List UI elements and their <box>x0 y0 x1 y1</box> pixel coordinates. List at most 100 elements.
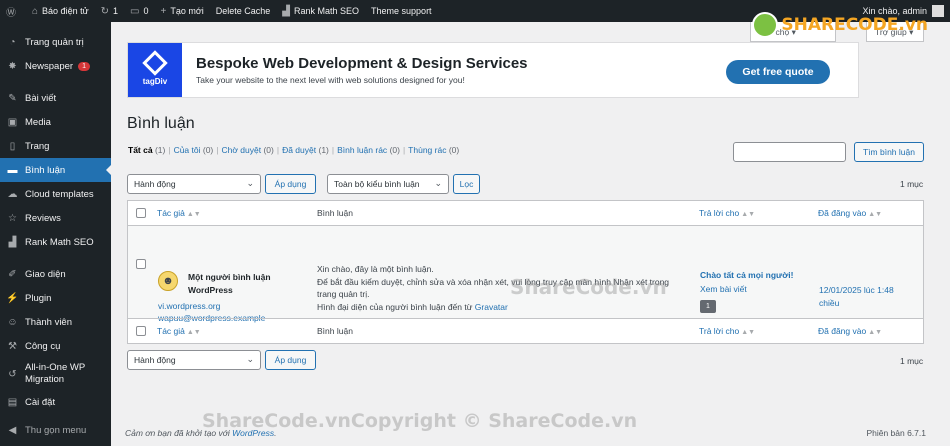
column-author-footer[interactable]: Tác giả ▲▼ <box>157 326 201 336</box>
banner-title: Bespoke Web Development & Design Service… <box>196 55 528 72</box>
column-comment-footer: Bình luận <box>317 326 353 336</box>
wordpress-logo-menu[interactable]: Ⓦ <box>0 0 26 22</box>
sidebar-item-appearance[interactable]: ✐ Giao diện <box>0 262 111 286</box>
get-free-quote-button[interactable]: Get free quote <box>726 60 830 84</box>
item-count: 1 mục <box>900 179 924 189</box>
settings-icon: ▤ <box>7 396 18 408</box>
comment-bubble-icon: ▭ <box>130 5 140 17</box>
filter-pending[interactable]: Chờ duyệt <box>221 145 261 155</box>
sidebar-item-newspaper[interactable]: ✸ Newspaper 1 <box>0 54 111 78</box>
filter-trash[interactable]: Thùng rác <box>408 145 446 155</box>
plugin-icon: ⚡ <box>6 292 19 304</box>
sidebar-item-reviews[interactable]: ☆ Reviews <box>0 206 111 230</box>
commenter-avatar: ☻ <box>158 271 178 291</box>
sort-icon: ▲▼ <box>186 329 201 336</box>
sort-icon: ▲▼ <box>868 329 883 336</box>
sort-icon: ▲▼ <box>741 211 756 218</box>
dashboard-icon: ◔ <box>9 36 16 48</box>
sidebar-item-comments[interactable]: ▬ Bình luận <box>0 158 111 182</box>
promo-banner: tagDiv Bespoke Web Development & Design … <box>127 42 859 98</box>
sidebar-item-migration[interactable]: ↺ All-in-One WP Migration <box>0 358 111 390</box>
sort-icon: ▲▼ <box>186 211 201 218</box>
comments-menu[interactable]: ▭ 0 <box>124 0 154 22</box>
search-input[interactable] <box>733 142 846 162</box>
select-all-checkbox-footer[interactable] <box>136 326 146 336</box>
select-all-checkbox[interactable] <box>136 208 146 218</box>
sidebar-item-tools[interactable]: ⚒ Công cụ <box>0 334 111 358</box>
sidebar-item-posts[interactable]: ✎ Bài viết <box>0 86 111 110</box>
row-checkbox[interactable] <box>136 259 146 269</box>
footer-version: Phiên bản 6.7.1 <box>866 428 926 438</box>
sharecode-logo-watermark: SHARECODE.vn <box>752 12 928 38</box>
filter-approved[interactable]: Đã duyệt <box>282 145 316 155</box>
column-author[interactable]: Tác giả ▲▼ <box>157 208 201 218</box>
comments-table: Tác giả ▲▼ Bình luận Trả lời cho ▲▼ Đã đăn… <box>127 200 924 344</box>
page-title: Bình luận <box>127 115 195 132</box>
filter-spam[interactable]: Bình luận rác <box>337 145 387 155</box>
user-icon: ☺ <box>7 316 18 328</box>
sidebar-item-pages[interactable]: ▯ Trang <box>0 134 111 158</box>
chevron-down-icon: ⌄ <box>246 178 254 188</box>
comment-type-select[interactable]: Toàn bộ kiểu bình luận ⌄ <box>327 174 449 194</box>
sidebar-item-users[interactable]: ☺ Thành viên <box>0 310 111 334</box>
new-content-menu[interactable]: + Tạo mới <box>154 0 209 22</box>
sidebar-item-rankmath[interactable]: ▟ Rank Math SEO <box>0 230 111 254</box>
admin-sidebar: ◔ Trang quản trị ✸ Newspaper 1 ✎ Bài viết ▣ M… <box>0 22 111 446</box>
bulk-action-select[interactable]: Hành động ⌄ <box>127 174 261 194</box>
table-header: Tác giả ▲▼ Bình luận Trả lời cho ▲▼ Đã đăn… <box>128 201 923 226</box>
filter-mine[interactable]: Của tôi <box>174 145 201 155</box>
center-watermark: ShareCode.vn <box>510 275 667 299</box>
theme-support-menu[interactable]: Theme support <box>365 0 438 22</box>
bulk-action-select-bottom[interactable]: Hành động ⌄ <box>127 350 261 370</box>
author-name: Một người bình luận WordPress <box>188 272 271 295</box>
apply-bulk-action-button-bottom[interactable]: Áp dụng <box>265 350 316 370</box>
plus-icon: + <box>160 5 167 17</box>
chevron-down-icon: ⌄ <box>434 178 442 188</box>
search-comments-button[interactable]: Tìm bình luận <box>854 142 924 162</box>
reply-post-link[interactable]: Chào tất cả mọi người! <box>700 268 793 282</box>
tagdiv-mark-icon <box>142 50 168 76</box>
reply-to-info: Chào tất cả mọi người! Xem bài viết <box>700 268 793 296</box>
sort-icon: ▲▼ <box>741 329 756 336</box>
wordpress-icon: Ⓦ <box>6 7 16 19</box>
pin-icon: ✎ <box>8 92 17 104</box>
rankmath-icon: ▟ <box>282 5 290 17</box>
sidebar-item-settings[interactable]: ▤ Cài đặt <box>0 390 111 414</box>
migration-icon: ↺ <box>8 368 17 380</box>
sharecode-logo-icon <box>752 12 779 38</box>
item-count-bottom: 1 mục <box>900 356 924 366</box>
updates-icon: ↻ <box>100 5 109 17</box>
wrench-icon: ⚒ <box>8 340 17 352</box>
comment-status-filters: Tất cả (1) | Của tôi (0) | Chờ duyệt (0) | Đã … <box>128 145 460 155</box>
comment-count-bubble[interactable]: 1 <box>700 300 716 313</box>
column-reply-to[interactable]: Trả lời cho ▲▼ <box>699 208 755 218</box>
sidebar-item-media[interactable]: ▣ Media <box>0 110 111 134</box>
sidebar-item-cloud-templates[interactable]: ☁ Cloud templates <box>0 182 111 206</box>
rankmath-menu[interactable]: ▟ Rank Math SEO <box>276 0 365 22</box>
comment-date-link[interactable]: 12/01/2025 lúc 1:48 chiều <box>819 284 914 310</box>
column-reply-to-footer[interactable]: Trả lời cho ▲▼ <box>699 326 755 336</box>
banner-subtitle: Take your website to the next level with… <box>196 75 465 85</box>
delete-cache-menu[interactable]: Delete Cache <box>210 0 277 22</box>
sidebar-item-dashboard[interactable]: ◔ Trang quản trị <box>0 30 111 54</box>
author-url-link[interactable]: vi.wordpress.org <box>158 301 220 311</box>
view-post-link[interactable]: Xem bài viết <box>700 284 747 294</box>
media-icon: ▣ <box>7 116 18 128</box>
gravatar-link[interactable]: Gravatar <box>475 302 508 312</box>
table-footer: Tác giả ▲▼ Bình luận Trả lời cho ▲▼ Đã đăn… <box>128 318 923 343</box>
apply-bulk-action-button[interactable]: Áp dụng <box>265 174 316 194</box>
site-name-menu[interactable]: ⌂ Báo điện tử <box>26 0 95 22</box>
chart-icon: ▟ <box>8 236 17 248</box>
filter-all[interactable]: Tất cả <box>128 145 153 155</box>
column-date-footer[interactable]: Đã đăng vào ▲▼ <box>818 326 882 336</box>
sidebar-item-plugins[interactable]: ⚡ Plugin <box>0 286 111 310</box>
sort-icon: ▲▼ <box>868 211 883 218</box>
star-icon: ☆ <box>8 212 17 224</box>
updates-menu[interactable]: ↻ 1 <box>95 0 124 22</box>
tagdiv-logo: tagDiv <box>128 43 182 97</box>
collapse-menu-button[interactable]: ◀ Thu gọn menu <box>0 418 111 442</box>
filter-button[interactable]: Lọc <box>453 174 480 194</box>
avatar <box>932 5 944 17</box>
column-date[interactable]: Đã đăng vào ▲▼ <box>818 208 882 218</box>
table-row: ☻ Một người bình luận WordPress vi.wordp… <box>128 226 923 323</box>
